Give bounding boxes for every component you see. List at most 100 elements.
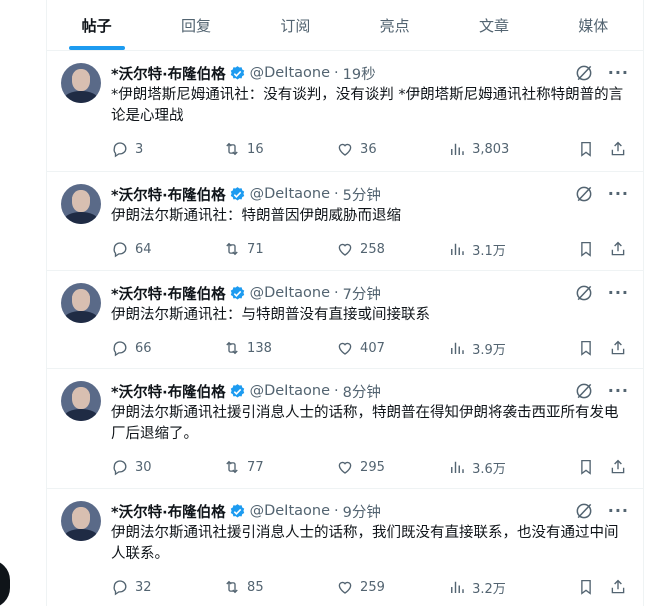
more-options-icon[interactable]: ··· bbox=[608, 184, 629, 204]
avatar[interactable] bbox=[61, 63, 101, 103]
tab-posts[interactable]: 帖子 bbox=[47, 0, 146, 50]
reply-button[interactable]: 32 bbox=[111, 578, 223, 596]
avatar[interactable] bbox=[61, 283, 101, 323]
reply-button[interactable]: 3 bbox=[111, 140, 223, 158]
grok-icon[interactable] bbox=[574, 63, 594, 83]
tab-subscriptions[interactable]: 订阅 bbox=[246, 0, 345, 50]
tweet[interactable]: ··· *沃尔特·布隆伯格 @DeItaone · 9分钟 伊朗法尔斯通讯社援引… bbox=[47, 489, 643, 606]
user-handle[interactable]: @DeItaone bbox=[250, 285, 330, 301]
timestamp[interactable]: 5分钟 bbox=[343, 184, 381, 205]
more-options-icon[interactable]: ··· bbox=[608, 501, 629, 521]
repost-button[interactable]: 71 bbox=[223, 240, 336, 258]
share-icon[interactable] bbox=[609, 458, 627, 476]
like-button[interactable]: 36 bbox=[336, 140, 448, 158]
tweet-content: *沃尔特·布隆伯格 @DeItaone · 7分钟 伊朗法尔斯通讯社：与特朗普没… bbox=[111, 283, 627, 370]
like-button[interactable]: 258 bbox=[336, 240, 448, 258]
tweet[interactable]: ··· *沃尔特·布隆伯格 @DeItaone · 5分钟 伊朗法尔斯通讯社：特… bbox=[47, 172, 643, 271]
user-handle[interactable]: @DeItaone bbox=[250, 186, 330, 202]
tweet[interactable]: ··· *沃尔特·布隆伯格 @DeItaone · 19秒 *伊朗塔斯尼姆通讯社… bbox=[47, 51, 643, 172]
tab-highlights[interactable]: 亮点 bbox=[345, 0, 444, 50]
avatar[interactable] bbox=[61, 501, 101, 541]
tweet-text: 伊朗法尔斯通讯社援引消息人士的话称，特朗普在得知伊朗将袭击西亚所有发电厂后退缩了… bbox=[111, 405, 619, 442]
tweet[interactable]: ··· *沃尔特·布隆伯格 @DeItaone · 8分钟 伊朗法尔斯通讯社援引… bbox=[47, 369, 643, 489]
views-button[interactable]: 3,803 bbox=[448, 140, 563, 158]
tweet-top-actions: ··· bbox=[574, 184, 629, 204]
reply-button[interactable]: 66 bbox=[111, 339, 223, 357]
grok-icon[interactable] bbox=[574, 283, 594, 303]
more-options-icon[interactable]: ··· bbox=[608, 381, 629, 401]
avatar[interactable] bbox=[61, 381, 101, 421]
share-icon[interactable] bbox=[609, 578, 627, 596]
display-name[interactable]: *沃尔特·布隆伯格 bbox=[111, 501, 226, 522]
tab-replies[interactable]: 回复 bbox=[146, 0, 245, 50]
tweet-extra-actions bbox=[563, 458, 627, 476]
reply-count: 30 bbox=[135, 459, 152, 475]
heart-icon bbox=[338, 342, 352, 355]
analytics-icon bbox=[451, 243, 464, 255]
user-handle[interactable]: @DeItaone bbox=[250, 503, 330, 519]
tweet-header: *沃尔特·布隆伯格 @DeItaone · 5分钟 bbox=[111, 184, 627, 204]
display-name[interactable]: *沃尔特·布隆伯格 bbox=[111, 184, 226, 205]
floating-partial-button[interactable] bbox=[0, 560, 10, 608]
tweet-header: *沃尔特·布隆伯格 @DeItaone · 8分钟 bbox=[111, 381, 627, 401]
reply-button[interactable]: 64 bbox=[111, 240, 223, 258]
tweet-extra-actions bbox=[563, 140, 627, 158]
timestamp[interactable]: 8分钟 bbox=[343, 381, 381, 402]
more-options-icon[interactable]: ··· bbox=[608, 63, 629, 83]
more-options-icon[interactable]: ··· bbox=[608, 283, 629, 303]
display-name[interactable]: *沃尔特·布隆伯格 bbox=[111, 283, 226, 304]
tweet[interactable]: ··· *沃尔特·布隆伯格 @DeItaone · 7分钟 伊朗法尔斯通讯社：与… bbox=[47, 271, 643, 369]
like-button[interactable]: 407 bbox=[336, 339, 448, 357]
tweet-actions: 64 71 258 3.1万 bbox=[111, 239, 627, 271]
tab-media[interactable]: 媒体 bbox=[544, 0, 643, 50]
repost-icon bbox=[226, 580, 238, 594]
user-handle[interactable]: @DeItaone bbox=[250, 383, 330, 399]
repost-button[interactable]: 16 bbox=[223, 140, 336, 158]
view-count: 3.1万 bbox=[472, 243, 506, 259]
avatar-shirt bbox=[64, 409, 98, 421]
bookmark-icon[interactable] bbox=[577, 140, 595, 158]
grok-icon[interactable] bbox=[574, 381, 594, 401]
like-button[interactable]: 259 bbox=[336, 578, 448, 596]
display-name[interactable]: *沃尔特·布隆伯格 bbox=[111, 63, 226, 84]
analytics-icon bbox=[451, 581, 464, 593]
like-count: 36 bbox=[360, 141, 377, 157]
like-button[interactable]: 295 bbox=[336, 458, 448, 476]
profile-timeline: 帖子 回复 订阅 亮点 文章 媒体 ··· *沃尔特·布隆伯格 @DeItaon… bbox=[46, 0, 644, 606]
avatar[interactable] bbox=[61, 184, 101, 224]
repost-count: 85 bbox=[247, 579, 264, 595]
tweet-extra-actions bbox=[563, 578, 627, 596]
repost-button[interactable]: 138 bbox=[223, 339, 336, 357]
views-button[interactable]: 3.2万 bbox=[448, 578, 563, 597]
reply-button[interactable]: 30 bbox=[111, 458, 223, 476]
share-icon[interactable] bbox=[609, 240, 627, 258]
display-name[interactable]: *沃尔特·布隆伯格 bbox=[111, 381, 226, 402]
tweet-list: ··· *沃尔特·布隆伯格 @DeItaone · 19秒 *伊朗塔斯尼姆通讯社… bbox=[47, 51, 643, 606]
views-button[interactable]: 3.9万 bbox=[448, 339, 563, 358]
tab-articles[interactable]: 文章 bbox=[444, 0, 543, 50]
tab-label: 文章 bbox=[478, 16, 509, 35]
grok-icon[interactable] bbox=[574, 501, 594, 521]
bookmark-icon[interactable] bbox=[577, 240, 595, 258]
timestamp[interactable]: 7分钟 bbox=[343, 283, 381, 304]
timestamp[interactable]: 19秒 bbox=[343, 63, 376, 84]
reply-count: 3 bbox=[135, 141, 144, 157]
views-button[interactable]: 3.6万 bbox=[448, 458, 563, 477]
views-button[interactable]: 3.1万 bbox=[448, 240, 563, 259]
share-icon[interactable] bbox=[609, 339, 627, 357]
grok-icon[interactable] bbox=[574, 184, 594, 204]
tweet-content: *沃尔特·布隆伯格 @DeItaone · 9分钟 伊朗法尔斯通讯社援引消息人士… bbox=[111, 501, 627, 606]
share-icon[interactable] bbox=[609, 140, 627, 158]
analytics-icon bbox=[451, 342, 464, 354]
repost-button[interactable]: 77 bbox=[223, 458, 336, 476]
separator-dot: · bbox=[334, 383, 339, 399]
repost-button[interactable]: 85 bbox=[223, 578, 336, 596]
timestamp[interactable]: 9分钟 bbox=[343, 501, 381, 522]
bookmark-icon[interactable] bbox=[577, 339, 595, 357]
user-handle[interactable]: @DeItaone bbox=[250, 65, 330, 81]
bookmark-icon[interactable] bbox=[577, 458, 595, 476]
avatar-face bbox=[72, 190, 90, 212]
verified-badge-icon bbox=[230, 186, 244, 201]
tweet-text: 伊朗法尔斯通讯社：特朗普因伊朗威胁而退缩 bbox=[111, 208, 401, 224]
bookmark-icon[interactable] bbox=[577, 578, 595, 596]
